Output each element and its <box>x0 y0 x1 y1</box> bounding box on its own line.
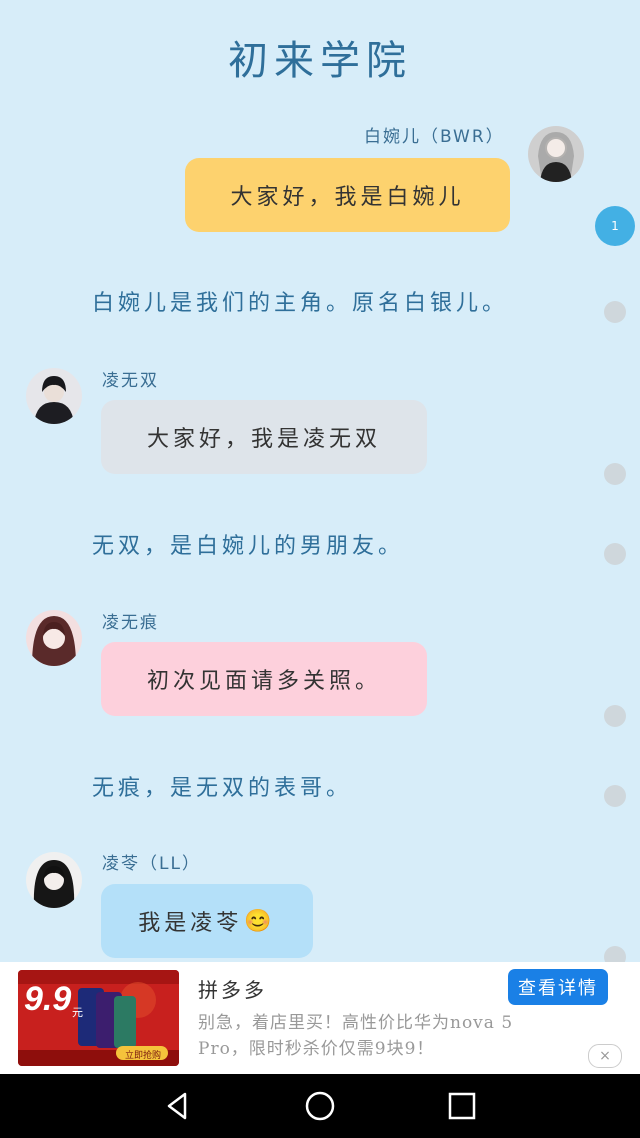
ad-description: 别急，着店里买！高性价比华为nova 5 Pro，限时秒杀价仅需9块9！ <box>198 1013 514 1059</box>
message-bubble[interactable]: 我是凌苓 😊 <box>101 884 313 958</box>
speaker-name: 凌无痕 <box>102 613 159 633</box>
avatar-bai-waner[interactable] <box>528 126 584 182</box>
message-bubble[interactable]: 大家好，我是白婉儿 <box>185 158 510 232</box>
narration-text: 无双，是白婉儿的男朋友。 <box>92 534 405 559</box>
ad-close-icon[interactable]: × <box>588 1044 622 1068</box>
view-details-button[interactable]: 查看详情 <box>508 969 608 1005</box>
avatar-ling-wushuang[interactable] <box>26 368 82 424</box>
ad-price-unit: 元 <box>72 1006 83 1019</box>
smile-emoji-icon: 😊 <box>244 908 276 934</box>
progress-dot[interactable] <box>604 785 626 807</box>
progress-dot-current[interactable]: 1 <box>595 206 635 246</box>
back-icon[interactable] <box>160 1088 196 1124</box>
page-title: 初来学院 <box>228 38 412 84</box>
ad-app-name: 拼多多 <box>198 978 267 1002</box>
chat-page[interactable]: 初来学院 白婉儿（BWR） 大家好，我是白婉儿 白婉儿是我们的主角。原名白银儿。… <box>0 0 640 962</box>
progress-dot[interactable] <box>604 705 626 727</box>
system-navigation-bar <box>0 1074 640 1138</box>
avatar-ling-wuhen[interactable] <box>26 610 82 666</box>
ad-price: 9.9 <box>24 980 72 1018</box>
progress-dot[interactable] <box>604 946 626 962</box>
ad-cta-badge: 立即抢购 <box>124 1051 161 1061</box>
home-icon[interactable] <box>302 1088 338 1124</box>
speaker-name: 白婉儿（BWR） <box>364 127 505 147</box>
message-bubble[interactable]: 大家好，我是凌无双 <box>101 400 427 474</box>
speaker-name: 凌苓（LL） <box>102 854 201 874</box>
recents-icon[interactable] <box>444 1088 480 1124</box>
narration-text: 无痕，是无双的表哥。 <box>92 776 353 801</box>
ad-image[interactable]: 9.9 元 立即抢购 <box>18 970 179 1066</box>
message-text: 我是凌苓 <box>138 911 243 936</box>
progress-dot[interactable] <box>604 463 626 485</box>
progress-dot[interactable] <box>604 543 626 565</box>
speaker-name: 凌无双 <box>102 371 159 391</box>
avatar-ling-ling[interactable] <box>26 852 82 908</box>
narration-text: 白婉儿是我们的主角。原名白银儿。 <box>92 291 509 316</box>
progress-dot[interactable] <box>604 301 626 323</box>
message-bubble[interactable]: 初次见面请多关照。 <box>101 642 427 716</box>
